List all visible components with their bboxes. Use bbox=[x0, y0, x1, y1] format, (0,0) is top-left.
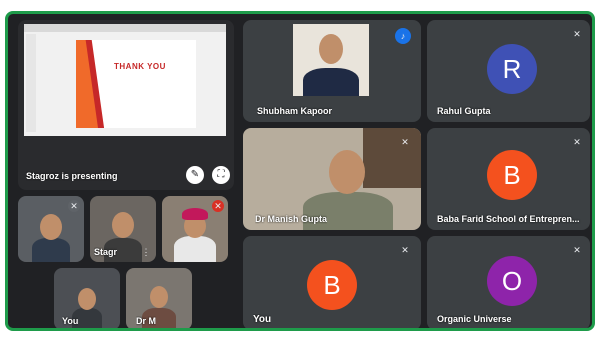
avatar: B bbox=[307, 260, 357, 310]
mic-off-icon: ✕ bbox=[68, 200, 80, 212]
unpin-button[interactable]: ✎ bbox=[186, 166, 204, 184]
pin-icon: ✎ bbox=[190, 169, 200, 180]
avatar: O bbox=[487, 256, 537, 306]
avatar: B bbox=[487, 150, 537, 200]
more-options-icon[interactable]: ⋮ bbox=[140, 246, 152, 258]
presenting-label: Stagroz is presenting bbox=[26, 171, 118, 181]
bookshelf bbox=[363, 128, 421, 188]
participant-head bbox=[329, 150, 365, 194]
participant-body bbox=[32, 238, 70, 262]
participant-tile-you[interactable]: B ✕ You bbox=[243, 236, 421, 328]
participant-name: You bbox=[62, 316, 79, 326]
participant-body bbox=[303, 192, 393, 230]
small-tile-you[interactable]: You bbox=[54, 268, 120, 328]
slide-sidebar bbox=[26, 34, 36, 132]
speaking-icon: ♪ bbox=[395, 28, 411, 44]
participant-name: Shubham Kapoor bbox=[257, 106, 333, 116]
mic-off-icon: ✕ bbox=[401, 137, 409, 147]
participant-tile-rahul-gupta[interactable]: R ✕ Rahul Gupta bbox=[427, 20, 590, 122]
participant-body bbox=[303, 68, 359, 96]
participant-head bbox=[112, 212, 134, 238]
participant-name: You bbox=[253, 314, 272, 325]
slide-canvas: THANK YOU bbox=[76, 40, 196, 128]
presentation-tile[interactable]: THANK YOU Stagroz is presenting ✎ ⛶ bbox=[18, 20, 234, 190]
participant-head bbox=[319, 34, 343, 64]
participant-video bbox=[293, 24, 369, 96]
mic-off-icon: ✕ bbox=[573, 29, 581, 39]
slide-toolbar bbox=[24, 24, 226, 32]
participant-name: Dr M bbox=[136, 316, 156, 326]
small-tile-dr-m[interactable]: Dr M bbox=[126, 268, 192, 328]
small-tile-1[interactable]: ✕ bbox=[18, 196, 84, 262]
mic-off-icon: ✕ bbox=[401, 245, 409, 255]
participant-head bbox=[78, 288, 96, 310]
meeting-window: THANK YOU Stagroz is presenting ✎ ⛶ ✕ St… bbox=[5, 11, 595, 331]
mic-off-icon: ✕ bbox=[573, 137, 581, 147]
fullscreen-button[interactable]: ⛶ bbox=[212, 166, 230, 184]
participant-tile-dr-manish-gupta[interactable]: ✕ Dr Manish Gupta bbox=[243, 128, 421, 230]
participant-name: Dr Manish Gupta bbox=[255, 214, 328, 224]
slide-thumbnails: THANK YOU bbox=[24, 24, 226, 136]
mic-off-icon: ✕ bbox=[212, 200, 224, 212]
participant-tile-baba-farid-school[interactable]: B ✕ Baba Farid School of Entrepren... bbox=[427, 128, 590, 230]
fullscreen-icon: ⛶ bbox=[217, 169, 225, 180]
avatar: R bbox=[487, 44, 537, 94]
small-tile-2[interactable]: Stagr ⋮ bbox=[90, 196, 156, 262]
small-tile-3[interactable]: ✕ bbox=[162, 196, 228, 262]
participant-head bbox=[40, 214, 62, 240]
slide-title: THANK YOU bbox=[114, 62, 166, 71]
participant-tile-shubham-kapoor[interactable]: ♪ Shubham Kapoor bbox=[243, 20, 421, 122]
participant-name: Stagr bbox=[94, 247, 118, 257]
turban bbox=[182, 208, 208, 220]
mic-off-icon: ✕ bbox=[573, 245, 581, 255]
participant-name: Baba Farid School of Entrepren... bbox=[437, 214, 580, 224]
participant-tile-organic-universe[interactable]: O ✕ Organic Universe bbox=[427, 236, 590, 328]
participant-name: Organic Universe bbox=[437, 314, 512, 324]
participant-body bbox=[174, 236, 216, 262]
participant-head bbox=[150, 286, 168, 308]
participant-name: Rahul Gupta bbox=[437, 106, 491, 116]
